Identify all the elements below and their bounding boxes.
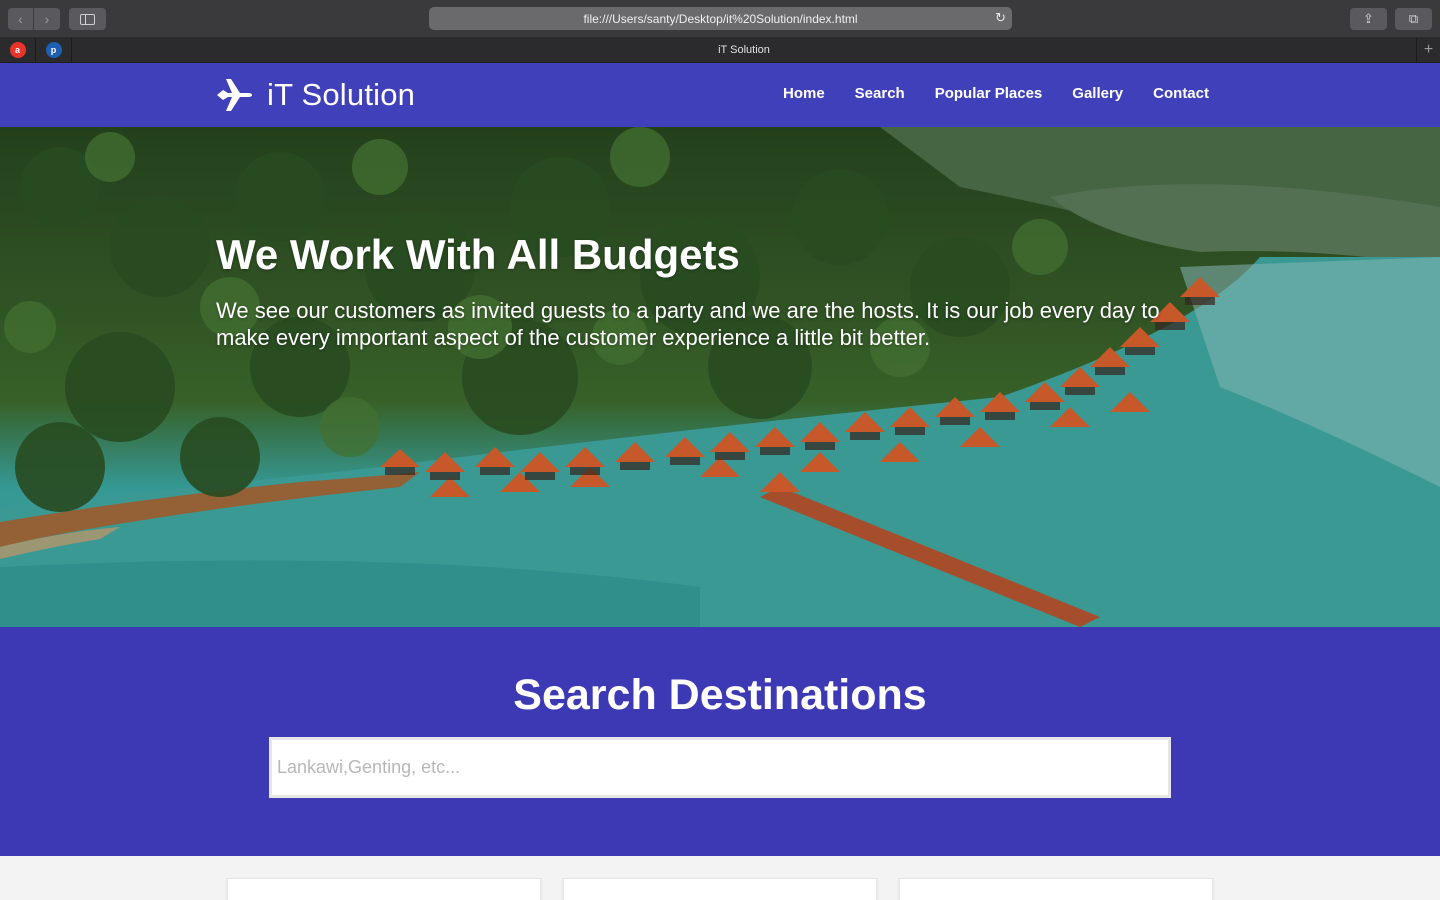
nav-gallery[interactable]: Gallery: [1072, 85, 1123, 102]
new-tab-button[interactable]: +: [1416, 38, 1440, 62]
favicon-icon: a: [9, 42, 26, 58]
address-bar[interactable]: file:///Users/santy/Desktop/it%20Solutio…: [429, 7, 1012, 30]
main-nav: Home Search Popular Places Gallery Conta…: [783, 85, 1209, 102]
back-button[interactable]: ‹: [8, 8, 34, 30]
site-header: iT Solution Home Search Popular Places G…: [0, 63, 1440, 127]
logo-text: iT Solution: [267, 77, 416, 112]
nav-contact[interactable]: Contact: [1153, 85, 1209, 102]
plane-icon: [217, 79, 252, 111]
pinned-tab-2[interactable]: p: [36, 38, 72, 62]
active-tab[interactable]: iT Solution: [72, 38, 1416, 62]
reload-icon[interactable]: ↻: [995, 10, 1006, 26]
browser-toolbar: ‹ › file:///Users/santy/Desktop/it%20Sol…: [0, 0, 1440, 38]
destination-card[interactable]: [899, 878, 1213, 900]
show-tabs-button[interactable]: ⧉: [1395, 8, 1432, 30]
hero-subtitle: We see our customers as invited guests t…: [216, 298, 1160, 350]
logo[interactable]: iT Solution: [215, 77, 415, 113]
url-text[interactable]: file:///Users/santy/Desktop/it%20Solutio…: [583, 12, 857, 26]
forward-button[interactable]: ›: [34, 8, 60, 30]
hero-image: [0, 127, 1440, 627]
search-section: Search Destinations: [0, 627, 1440, 856]
destination-search-input[interactable]: [269, 737, 1171, 798]
sidebar-toggle-button[interactable]: [69, 8, 106, 30]
hero-banner: We Work With All Budgets We see our cust…: [0, 127, 1440, 627]
destination-card[interactable]: [227, 878, 541, 900]
nav-home[interactable]: Home: [783, 85, 825, 102]
pinned-tab-1[interactable]: a: [0, 38, 36, 62]
nav-popular-places[interactable]: Popular Places: [935, 85, 1043, 102]
tab-strip: a p iT Solution +: [0, 38, 1440, 63]
destination-card[interactable]: [563, 878, 877, 900]
hero-title: We Work With All Budgets: [216, 231, 740, 278]
nav-search[interactable]: Search: [855, 85, 905, 102]
favicon-icon: p: [45, 42, 62, 58]
search-title: Search Destinations: [513, 671, 927, 719]
destination-cards: [0, 856, 1440, 900]
sidebar-icon: [80, 13, 95, 25]
history-buttons: ‹ ›: [8, 8, 60, 30]
share-button[interactable]: ⇪: [1350, 8, 1387, 30]
